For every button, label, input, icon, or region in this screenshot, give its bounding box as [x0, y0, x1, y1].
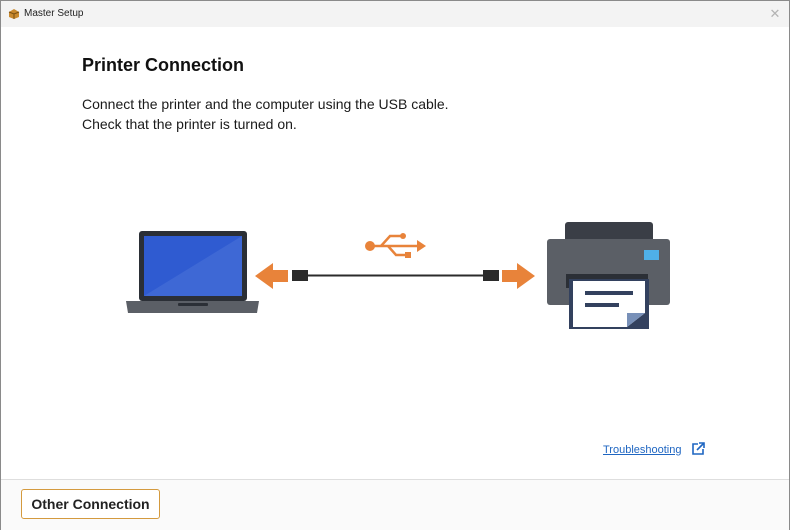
footer-bar: Other Connection — [1, 479, 789, 530]
arrow-left-icon — [255, 263, 288, 289]
other-connection-button[interactable]: Other Connection — [21, 489, 160, 519]
title-bar: Master Setup ✕ — [1, 1, 789, 27]
usb-cable — [292, 270, 499, 281]
connection-illustration — [126, 222, 670, 329]
laptop-icon — [126, 231, 259, 313]
arrow-right-icon — [502, 263, 535, 289]
page-title: Printer Connection — [82, 55, 245, 75]
usb-icon — [365, 233, 426, 258]
instructions: Connect the printer and the computer usi… — [82, 94, 449, 134]
close-button[interactable]: ✕ — [763, 3, 787, 25]
printer-icon — [547, 222, 670, 329]
app-icon — [8, 9, 20, 19]
instruction-line: Connect the printer and the computer usi… — [82, 96, 449, 112]
troubleshooting-link[interactable]: Troubleshooting — [603, 444, 681, 456]
window-title: Master Setup — [24, 8, 84, 19]
setup-window: Master Setup ✕ Printer Connection Connec… — [0, 0, 790, 530]
external-link-icon[interactable] — [691, 442, 705, 456]
close-icon: ✕ — [769, 6, 781, 21]
instruction-line: Check that the printer is turned on. — [82, 116, 297, 132]
